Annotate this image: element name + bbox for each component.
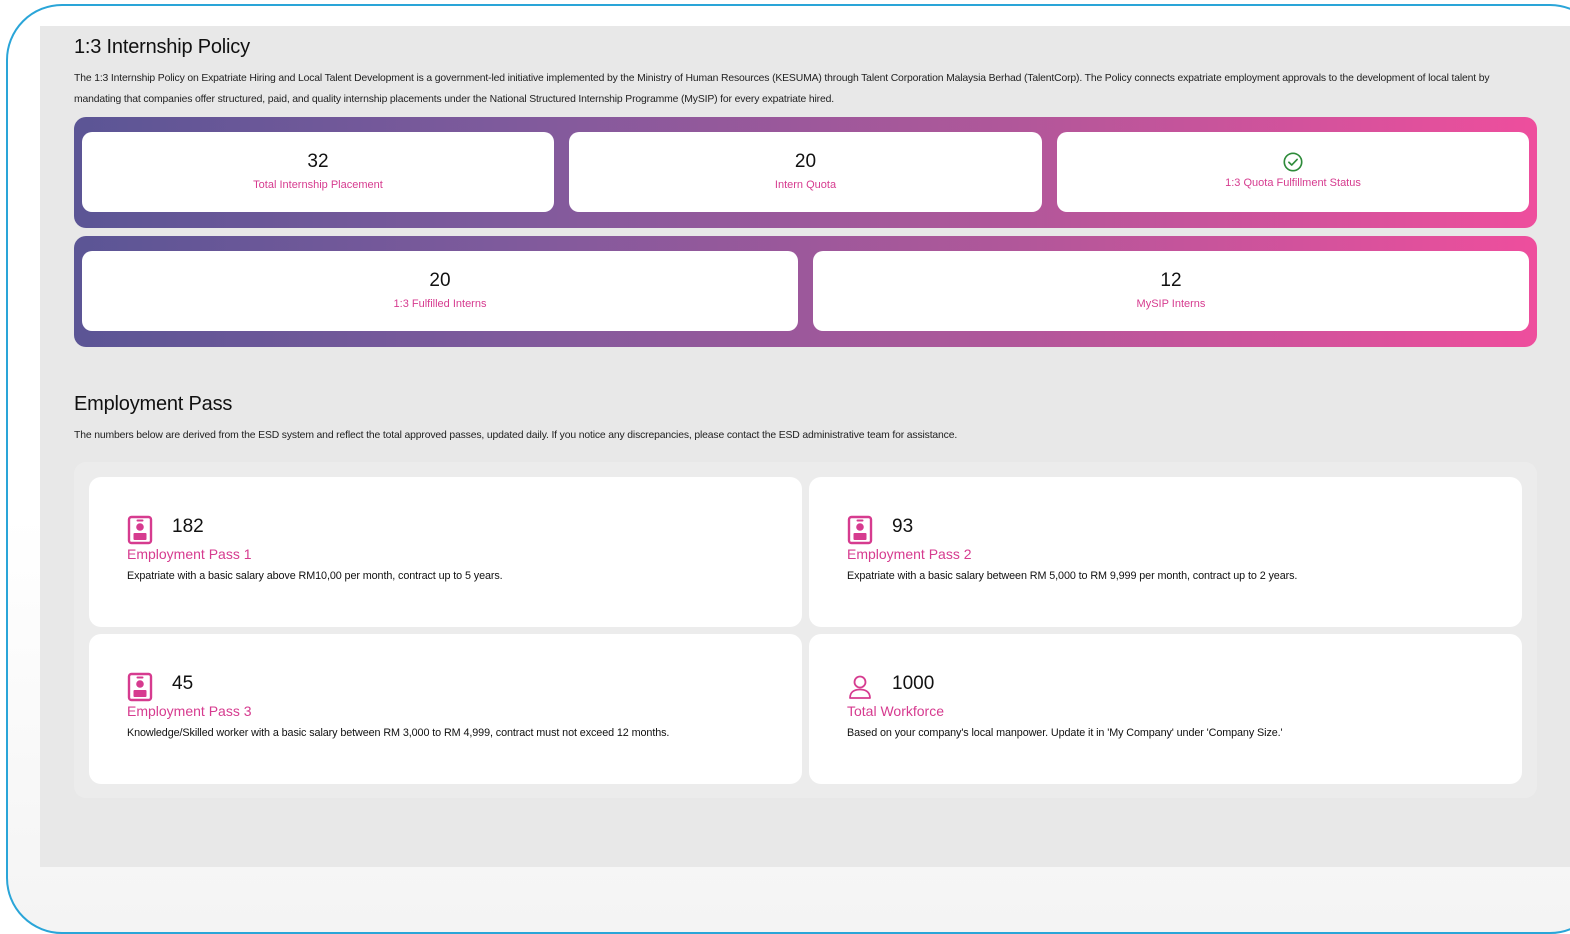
internship-policy-description: The 1:3 Internship Policy on Expatriate … (74, 73, 1490, 105)
stat-value: 20 (794, 151, 817, 172)
stat-card-fulfilled-interns: 20 1:3 Fulfilled Interns (82, 251, 798, 331)
stat-card-quota-fulfillment: 1:3 Quota Fulfillment Status (1057, 132, 1529, 212)
internship-stats-row-2: 20 1:3 Fulfilled Interns 12 MySIP Intern… (74, 236, 1537, 347)
stat-label: Total Internship Placement (253, 179, 383, 191)
internship-stats-row-1: 32 Total Internship Placement 20 Intern … (74, 117, 1537, 228)
employment-pass-title: Employment Pass (74, 393, 233, 415)
user-icon (849, 675, 871, 699)
employment-pass-3-card: 45 Employment Pass 3 Knowledge/Skilled w… (89, 634, 802, 784)
ep-value: 93 (892, 516, 914, 537)
main-content: 1:3 Internship Policy The 1:3 Internship… (40, 26, 1570, 867)
ep-label: Total Workforce (847, 703, 944, 719)
ep-value: 45 (172, 673, 194, 694)
id-badge-icon (127, 515, 153, 545)
stat-value: 20 (429, 270, 451, 291)
stat-label: 1:3 Quota Fulfillment Status (1225, 177, 1361, 189)
ep-label: Employment Pass 2 (847, 546, 972, 562)
ep-label: Employment Pass 1 (127, 546, 252, 562)
stat-card-mysip-interns: 12 MySIP Interns (813, 251, 1529, 331)
stat-label: 1:3 Fulfilled Interns (393, 298, 487, 310)
total-workforce-card: 1000 Total Workforce Based on your compa… (809, 634, 1522, 784)
stat-value: 32 (307, 151, 329, 172)
id-badge-icon (127, 672, 153, 702)
employment-pass-description: The numbers below are derived from the E… (74, 430, 958, 441)
stat-label: MySIP Interns (1136, 298, 1206, 310)
employment-pass-1-card: 182 Employment Pass 1 Expatriate with a … (89, 477, 802, 627)
employment-pass-2-card: 93 Employment Pass 2 Expatriate with a b… (809, 477, 1522, 627)
stat-label: Intern Quota (774, 179, 837, 191)
ep-value: 182 (172, 516, 204, 537)
employment-pass-panel: 182 Employment Pass 1 Expatriate with a … (74, 462, 1537, 798)
stat-card-intern-quota: 20 Intern Quota (569, 132, 1042, 212)
ep-description: Expatriate with a basic salary above RM1… (127, 570, 503, 582)
ep-description: Based on your company's local manpower. … (847, 727, 1283, 739)
ep-description: Knowledge/Skilled worker with a basic sa… (127, 727, 670, 739)
ep-description: Expatriate with a basic salary between R… (847, 570, 1298, 582)
id-badge-icon (847, 515, 873, 545)
internship-policy-title: 1:3 Internship Policy (74, 36, 250, 58)
check-circle-icon (1283, 152, 1303, 172)
ep-value: 1000 (892, 673, 935, 694)
ep-label: Employment Pass 3 (127, 703, 252, 719)
stat-value: 12 (1160, 270, 1182, 291)
stat-card-total-internship: 32 Total Internship Placement (82, 132, 554, 212)
